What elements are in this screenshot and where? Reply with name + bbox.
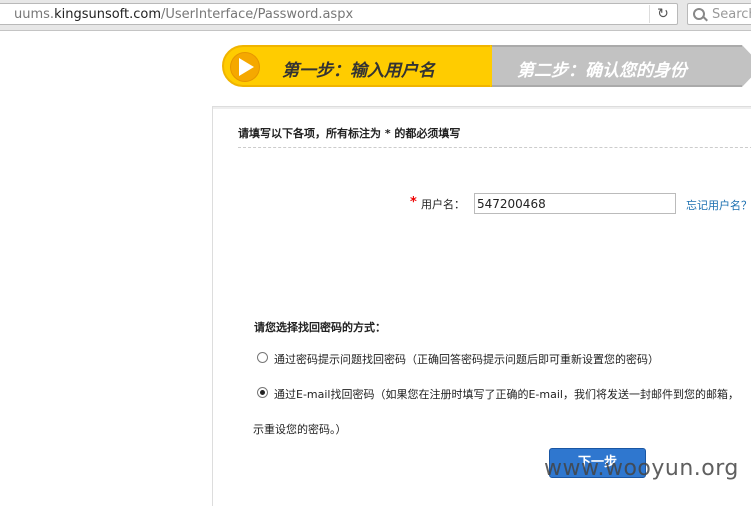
username-label: 用户名： [421,198,465,211]
radio-security-question[interactable] [257,352,268,363]
divider [238,147,751,148]
recovery-method-title: 请您选择找回密码的方式： [254,321,386,334]
username-input[interactable] [474,193,676,214]
url-text[interactable]: uums.kingsunsoft.com/UserInterface/Passw… [14,7,353,22]
arrow-right-icon [230,52,260,82]
option-email-label[interactable]: 通过E-mail找回密码（如果您在注册时填写了正确的E-mail，我们将发送一封… [274,386,739,402]
step-2: 第二步：确认您的身份 [492,45,751,87]
browser-toolbar: uums.kingsunsoft.com/UserInterface/Passw… [0,0,751,31]
required-mark: * [410,195,417,210]
option-email-label-continued: 示重设您的密码。） [253,423,347,436]
search-icon [693,8,705,20]
option-security-question-label[interactable]: 通过密码提示问题找回密码（正确回答密码提示问题后即可重新设置您的密码） [274,351,659,367]
search-placeholder: Search [712,7,751,22]
panel-top-border [213,107,751,109]
radio-email[interactable] [257,387,268,398]
step-2-label: 第二步：确认您的身份 [517,61,687,81]
reload-icon[interactable]: ↻ [649,5,672,23]
search-bar[interactable]: Search [687,3,751,25]
watermark: www.wooyun.org [544,456,739,481]
step-1-label: 第一步：输入用户名 [282,61,435,81]
forgot-username-link[interactable]: 忘记用户名？ [686,197,751,213]
step-1-active: 第一步：输入用户名 [222,45,512,87]
form-instruction: 请填写以下各项，所有标注为 * 的都必须填写 [238,127,461,140]
progress-steps: 第一步：输入用户名 第二步：确认您的身份 [222,45,751,87]
address-bar[interactable]: uums.kingsunsoft.com/UserInterface/Passw… [0,3,678,25]
recovery-form-panel: 请填写以下各项，所有标注为 * 的都必须填写 * 用户名： 忘记用户名？ 请您选… [212,106,751,506]
